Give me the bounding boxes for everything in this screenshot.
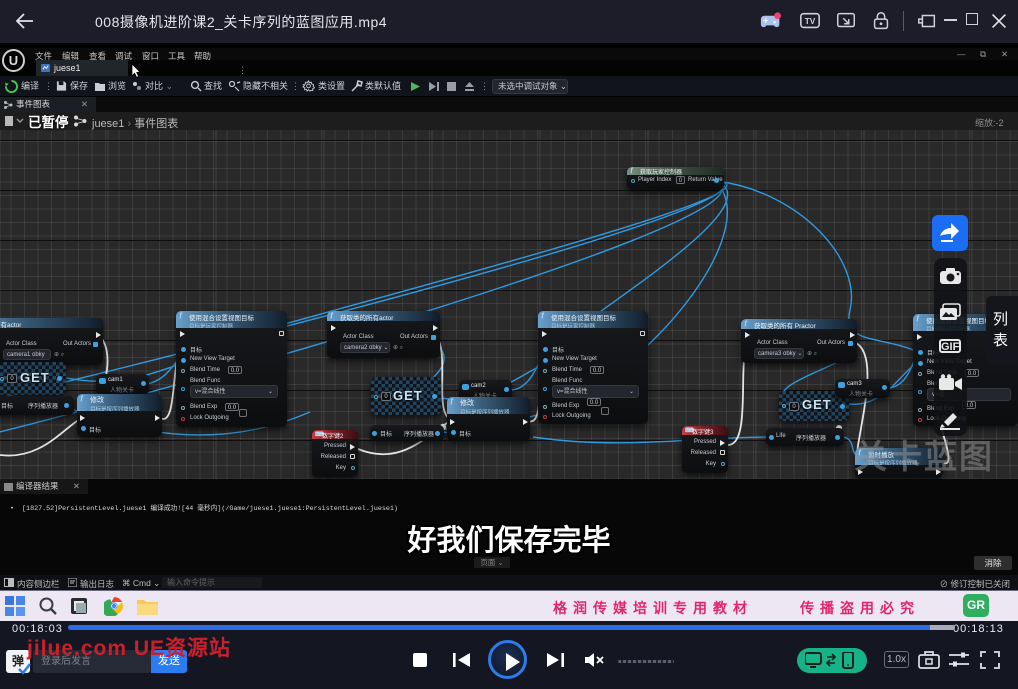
svg-text:TV: TV xyxy=(805,17,816,26)
